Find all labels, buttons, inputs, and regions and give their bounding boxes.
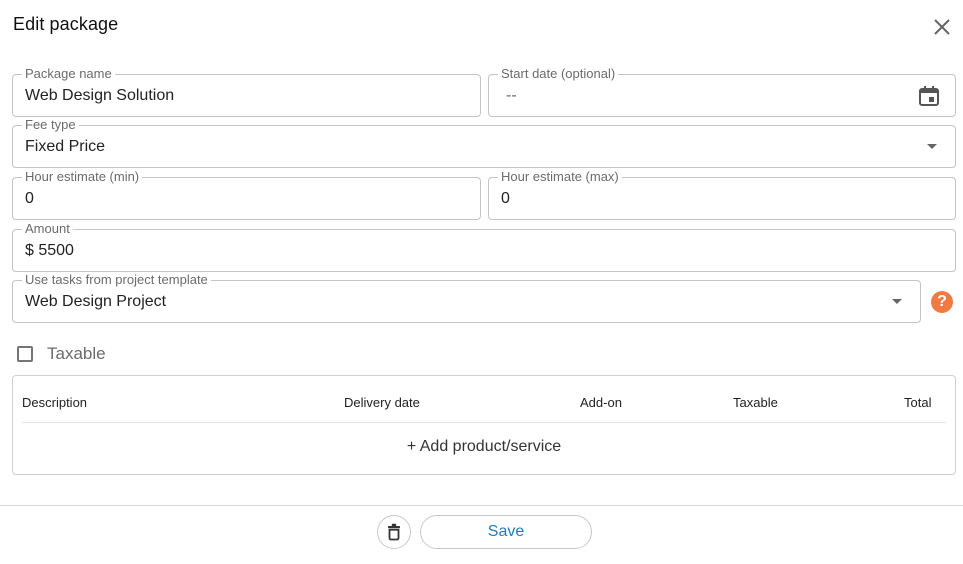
column-header-total: Total xyxy=(904,395,932,410)
hour-min-value: 0 xyxy=(25,190,34,207)
project-template-label: Use tasks from project template xyxy=(22,272,211,288)
delete-button[interactable] xyxy=(377,515,411,549)
line-items-table: Description Delivery date Add-on Taxable… xyxy=(12,375,956,475)
column-header-description: Description xyxy=(22,395,88,410)
amount-field[interactable]: Amount $ 5500 xyxy=(12,221,956,272)
hour-max-value: 0 xyxy=(501,190,510,207)
chevron-down-icon xyxy=(927,144,937,149)
trash-icon xyxy=(388,523,400,541)
dialog-title: Edit package xyxy=(13,14,119,34)
start-date-value: -- xyxy=(506,87,517,104)
taxable-checkbox[interactable] xyxy=(17,346,33,362)
column-header-taxable: Taxable xyxy=(733,395,778,410)
header-divider xyxy=(22,422,946,423)
start-date-field[interactable]: Start date (optional) -- xyxy=(488,66,956,117)
footer-divider xyxy=(0,505,963,506)
column-header-add-on: Add-on xyxy=(580,395,622,410)
start-date-label: Start date (optional) xyxy=(498,66,619,82)
column-header-delivery-date: Delivery date xyxy=(344,395,420,410)
package-name-field[interactable]: Package name Web Design Solution xyxy=(12,66,481,117)
fee-type-select[interactable]: Fee type Fixed Price xyxy=(12,117,956,168)
add-product-service-link[interactable]: + Add product/service xyxy=(13,438,955,456)
hour-estimate-min-field[interactable]: Hour estimate (min) 0 xyxy=(12,169,481,220)
hour-min-label: Hour estimate (min) xyxy=(22,169,143,185)
package-name-value: Web Design Solution xyxy=(25,87,175,104)
package-name-label: Package name xyxy=(22,66,115,82)
project-template-select[interactable]: Use tasks from project template Web Desi… xyxy=(12,272,921,323)
amount-value: $ 5500 xyxy=(25,242,74,259)
save-button[interactable]: Save xyxy=(420,515,592,549)
fee-type-label: Fee type xyxy=(22,117,79,133)
fee-type-value: Fixed Price xyxy=(25,138,106,155)
taxable-label: Taxable xyxy=(47,344,106,363)
calendar-icon[interactable] xyxy=(917,84,941,108)
close-button[interactable] xyxy=(930,15,954,39)
close-icon xyxy=(934,19,950,35)
taxable-checkbox-row[interactable]: Taxable xyxy=(17,343,106,365)
project-template-value: Web Design Project xyxy=(25,293,167,310)
help-icon[interactable]: ? xyxy=(931,291,953,313)
hour-estimate-max-field[interactable]: Hour estimate (max) 0 xyxy=(488,169,956,220)
chevron-down-icon xyxy=(892,299,902,304)
hour-max-label: Hour estimate (max) xyxy=(498,169,622,185)
amount-label: Amount xyxy=(22,221,73,237)
